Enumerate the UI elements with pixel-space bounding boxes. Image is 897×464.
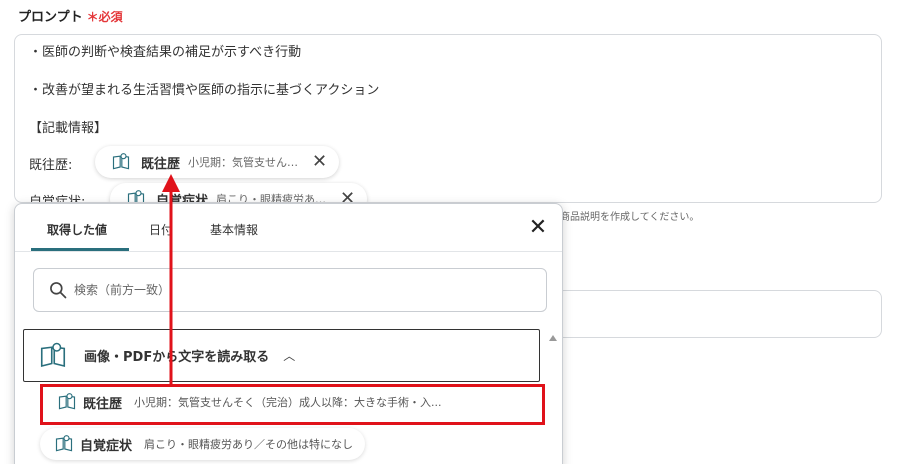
item-name: 既往歴 xyxy=(83,396,123,412)
book-icon xyxy=(55,435,73,452)
close-icon[interactable]: ✕ xyxy=(312,153,327,171)
variable-picker-panel: 取得した値 日付 基本情報 ✕ 画像・PDFから文字を読み取る ︿ xyxy=(14,203,563,464)
book-icon xyxy=(127,190,145,202)
tab-basic-info[interactable]: 基本情報 xyxy=(210,221,258,238)
tab-date[interactable]: 日付 xyxy=(149,221,173,238)
prompt-textarea[interactable]: ・医師の判断や検査結果の補足が示すべき行動 ・改善が望まれる生活習慣や医師の指示… xyxy=(14,34,882,203)
close-icon[interactable]: ✕ xyxy=(526,216,550,240)
field-label-history: 既往歴: xyxy=(29,158,73,173)
item-name: 自覚症状 xyxy=(80,438,133,454)
pill-value: 小児期：気管支せん… xyxy=(188,156,299,169)
pill-name: 自覚症状 xyxy=(156,193,209,203)
pill-value: 肩こり・眼精疲労あ… xyxy=(216,193,327,203)
prompt-line-2: ・改善が望まれる生活習慣や医師の指示に基づくアクション xyxy=(29,83,380,98)
search-icon xyxy=(50,282,67,299)
book-icon xyxy=(40,342,66,367)
item-value: 肩こり・眼精疲労あり／その他は特になし xyxy=(144,438,354,451)
pill-name: 既往歴 xyxy=(141,156,181,172)
chevron-up-icon[interactable]: ︿ xyxy=(283,347,295,364)
tab-bar: 取得した値 日付 基本情報 xyxy=(15,204,562,252)
scroll-up-icon[interactable] xyxy=(549,335,557,341)
tab-acquired-values[interactable]: 取得した値 xyxy=(47,221,107,238)
group-title: 画像・PDFから文字を読み取る xyxy=(84,350,270,365)
book-icon xyxy=(58,393,76,410)
group-header-ocr[interactable]: 画像・PDFから文字を読み取る ︿ xyxy=(23,329,540,382)
scrollbar[interactable] xyxy=(547,331,559,464)
book-icon xyxy=(112,153,130,170)
item-value: 小児期：気管支せんそく（完治）成人以降：大きな手術・入... xyxy=(134,396,442,409)
variable-pill-symptoms[interactable]: 自覚症状 肩こり・眼精疲労あ… ✕ xyxy=(110,183,368,203)
search-input[interactable] xyxy=(74,283,514,297)
close-icon[interactable]: ✕ xyxy=(340,190,355,203)
prompt-label: プロンプト ＊必須 xyxy=(18,6,123,25)
list-item-history[interactable]: 既往歴 小児期：気管支せんそく（完治）成人以降：大きな手術・入... xyxy=(43,386,541,418)
field-label-symptoms: 自覚症状: xyxy=(29,195,86,203)
variable-pill-history[interactable]: 既往歴 小児期：気管支せん… ✕ xyxy=(95,146,340,178)
secondary-input-field[interactable] xyxy=(556,290,882,338)
list-item-symptoms[interactable]: 自覚症状 肩こり・眼精疲労あり／その他は特になし xyxy=(40,428,366,460)
prompt-line-1: ・医師の判断や検査結果の補足が示すべき行動 xyxy=(29,45,302,60)
required-mark: ＊必須 xyxy=(86,10,123,24)
active-tab-indicator xyxy=(31,248,129,251)
prompt-hint: 商品説明を作成してください。 xyxy=(560,212,700,223)
prompt-label-text: プロンプト xyxy=(18,10,83,25)
prompt-line-3: 【記載情報】 xyxy=(29,121,108,136)
search-field[interactable] xyxy=(33,268,547,312)
